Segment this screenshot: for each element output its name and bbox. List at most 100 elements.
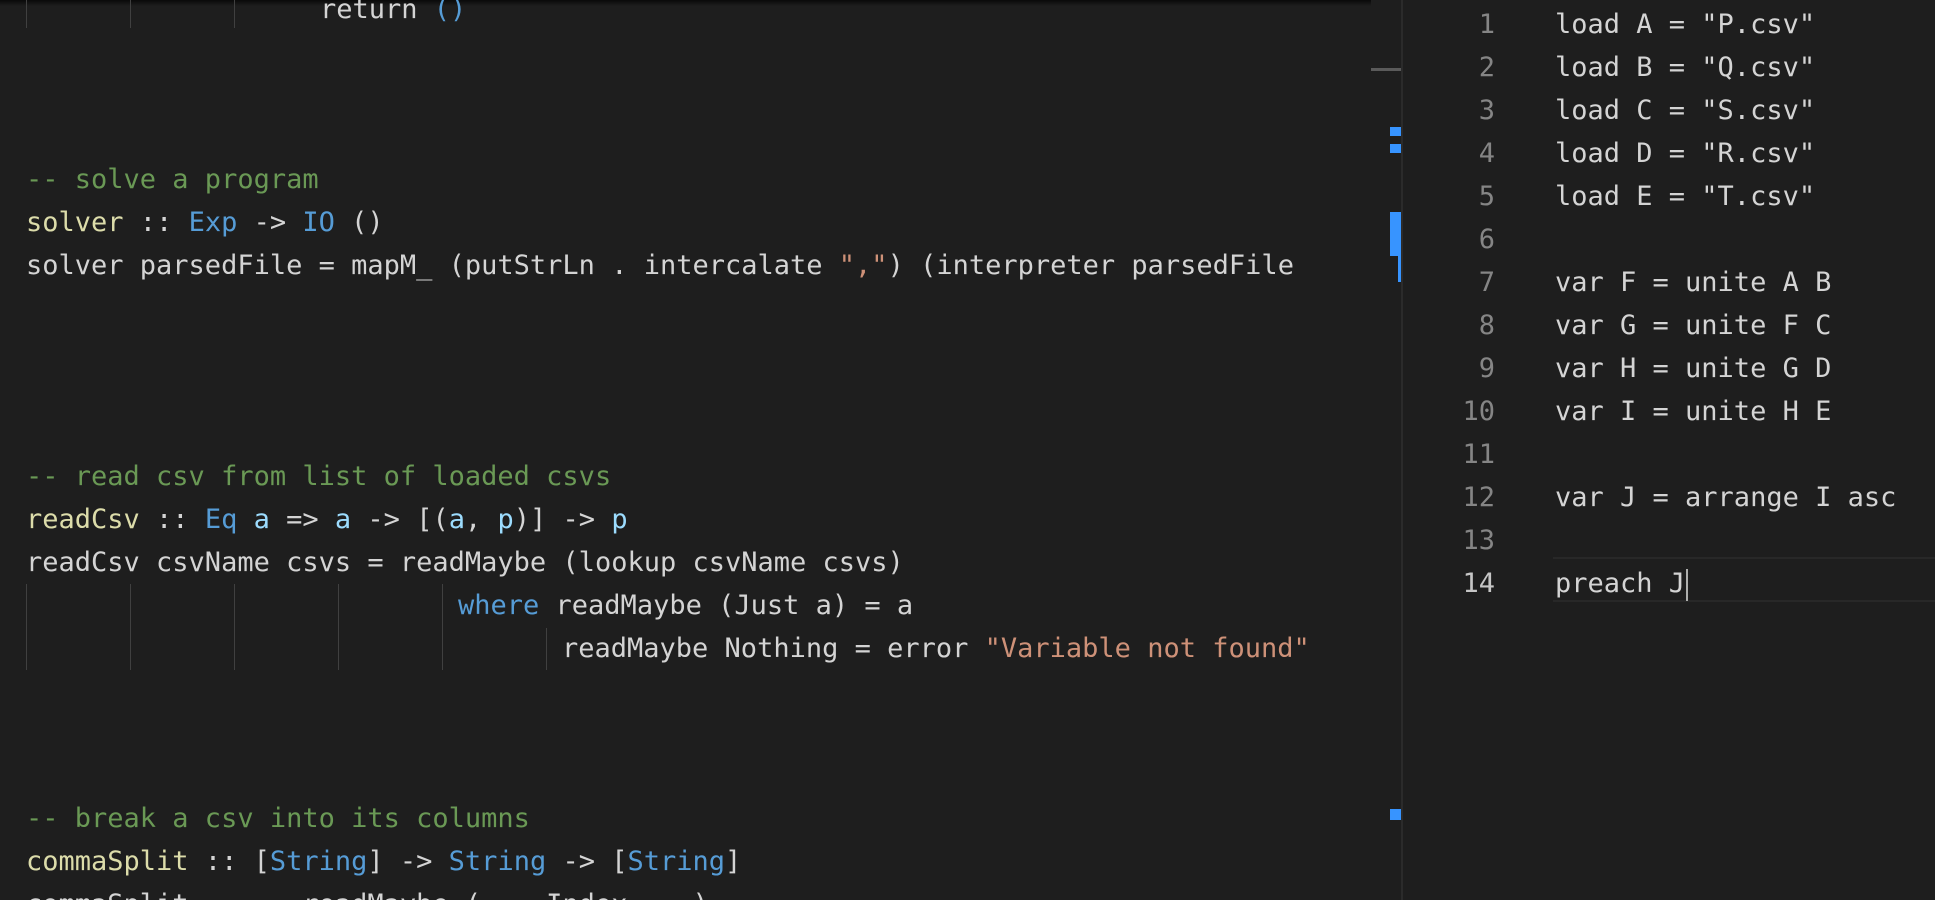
script-code-text: load C = "S.csv" — [1555, 95, 1816, 126]
line-number: 2 — [1478, 52, 1495, 83]
overview-ruler-marker — [1390, 212, 1401, 256]
line-number: 5 — [1478, 181, 1495, 212]
script-code-line[interactable]: var G = unite F C — [1555, 304, 1831, 347]
editor-top-shadow — [0, 0, 1371, 6]
indent-guide — [130, 0, 131, 28]
code-token: readCsv — [26, 504, 140, 535]
script-code-line[interactable]: var I = unite H E — [1555, 390, 1831, 433]
indent-guide — [442, 584, 443, 670]
code-token: -> — [237, 207, 303, 238]
code-line-readcsv-signature[interactable]: readCsv :: Eq a => a -> [(a, p)] -> p — [26, 498, 628, 541]
code-token: commaSplit — [26, 846, 189, 877]
code-token: () — [433, 0, 467, 25]
code-line-readmaybe-nothing[interactable]: readMaybe Nothing = error "Variable not … — [562, 627, 1310, 670]
line-number: 7 — [1478, 267, 1495, 298]
script-code-line[interactable]: load A = "P.csv" — [1555, 3, 1815, 46]
haskell-editor-pane[interactable]: return () -- solve a program solver :: E… — [0, 0, 1371, 900]
script-editor-pane[interactable]: 1 load A = "P.csv" 2 load B = "Q.csv" 3 load … — [1403, 0, 1935, 900]
code-token: -- break a csv into its columns — [26, 803, 530, 834]
code-token: String — [627, 846, 726, 877]
code-line-return[interactable]: return () — [320, 0, 466, 31]
overview-ruler-marker — [1390, 144, 1401, 153]
script-code-line[interactable]: load C = "S.csv" — [1555, 89, 1815, 132]
code-token: ) (interpreter parsedFile — [887, 250, 1294, 281]
indent-guide — [26, 0, 27, 28]
code-token: :: — [123, 207, 189, 238]
script-code-line[interactable]: var H = unite G D — [1555, 347, 1831, 390]
indent-guide — [234, 0, 235, 28]
code-token: :: — [139, 504, 205, 535]
code-token: Eq — [204, 504, 238, 535]
indent-guide — [234, 584, 235, 670]
script-code-line[interactable]: load B = "Q.csv" — [1555, 46, 1815, 89]
code-token: readMaybe (Just a) = a — [539, 590, 914, 621]
line-number: 12 — [1462, 482, 1495, 513]
code-token: solver — [26, 207, 124, 238]
script-code-text: load D = "R.csv" — [1555, 138, 1816, 169]
code-token: -- solve a program — [26, 164, 319, 195]
line-number: 13 — [1462, 525, 1495, 556]
code-line-commasplit-signature[interactable]: commaSplit :: [String] -> String -> [Str… — [26, 840, 741, 883]
script-code-line[interactable]: var F = unite A B — [1555, 261, 1831, 304]
line-number: 3 — [1478, 95, 1495, 126]
code-token: solver parsedFile = mapM_ (putStrLn . in… — [26, 250, 839, 281]
code-token: commaSplit ... = readMaybe (... Index ..… — [26, 889, 709, 900]
script-code-text: load B = "Q.csv" — [1555, 52, 1816, 83]
script-code-text: var H = unite G D — [1555, 353, 1832, 384]
script-code-text: var G = unite F C — [1555, 310, 1832, 341]
code-line-readcsv-definition[interactable]: readCsv csvName csvs = readMaybe (lookup… — [26, 541, 904, 584]
code-token: readMaybe Nothing = error — [562, 633, 985, 664]
code-token: return — [320, 0, 434, 25]
line-number: 6 — [1478, 224, 1495, 255]
code-token: Exp — [188, 207, 238, 238]
script-code-line[interactable]: preach J — [1555, 562, 1689, 605]
indent-guide — [338, 584, 339, 670]
code-line-solver-definition[interactable]: solver parsedFile = mapM_ (putStrLn . in… — [26, 244, 1294, 287]
code-token: => — [269, 504, 335, 535]
script-code-line[interactable]: load D = "R.csv" — [1555, 132, 1815, 175]
script-code-line[interactable]: var J = arrange I asc — [1555, 476, 1896, 519]
script-code-text: var J = arrange I asc — [1555, 482, 1897, 513]
code-token: p — [611, 504, 628, 535]
code-token: readCsv csvName csvs = readMaybe (lookup… — [26, 547, 904, 578]
code-line-solver-signature[interactable]: solver :: Exp -> IO () — [26, 201, 384, 244]
script-code-line[interactable]: load E = "T.csv" — [1555, 175, 1815, 218]
code-line-commasplit-definition[interactable]: commaSplit ... = readMaybe (... Index ..… — [26, 883, 709, 900]
script-code-text: var I = unite H E — [1555, 396, 1832, 427]
overview-ruler-marker — [1390, 809, 1401, 820]
code-token: -- read csv from list of loaded csvs — [26, 461, 612, 492]
script-code-text: load A = "P.csv" — [1555, 9, 1816, 40]
code-token: -> [ — [546, 846, 628, 877]
code-token: a — [448, 504, 465, 535]
line-number: 1 — [1478, 9, 1495, 40]
overview-ruler-marker — [1390, 127, 1401, 136]
script-code-text: load E = "T.csv" — [1555, 181, 1816, 212]
overview-ruler-line — [1371, 68, 1401, 71]
code-token: ] — [725, 846, 742, 877]
code-token: IO — [302, 207, 335, 238]
code-token: ] -> — [367, 846, 449, 877]
code-token: () — [334, 207, 384, 238]
code-token: -> [( — [351, 504, 449, 535]
comment-read-csv[interactable]: -- read csv from list of loaded csvs — [26, 455, 611, 498]
code-token: :: [ — [188, 846, 270, 877]
code-token: a — [334, 504, 352, 535]
code-line-where-clause[interactable]: where readMaybe (Just a) = a — [458, 584, 913, 627]
script-code-text: preach J — [1555, 568, 1686, 599]
code-token: "Variable not found" — [984, 633, 1310, 664]
code-token: where — [458, 590, 540, 621]
line-number: 9 — [1478, 353, 1495, 384]
code-token: p — [497, 504, 514, 535]
comment-solve-program[interactable]: -- solve a program — [26, 158, 319, 201]
line-number: 14 — [1462, 568, 1495, 599]
code-token: , — [464, 504, 498, 535]
text-cursor — [1686, 568, 1689, 601]
code-token: )] -> — [513, 504, 612, 535]
code-token: String — [448, 846, 547, 877]
line-number: 10 — [1462, 396, 1495, 427]
line-number: 11 — [1462, 439, 1495, 470]
comment-break-csv[interactable]: -- break a csv into its columns — [26, 797, 530, 840]
script-code-text: var F = unite A B — [1555, 267, 1832, 298]
indent-guide — [26, 584, 27, 670]
